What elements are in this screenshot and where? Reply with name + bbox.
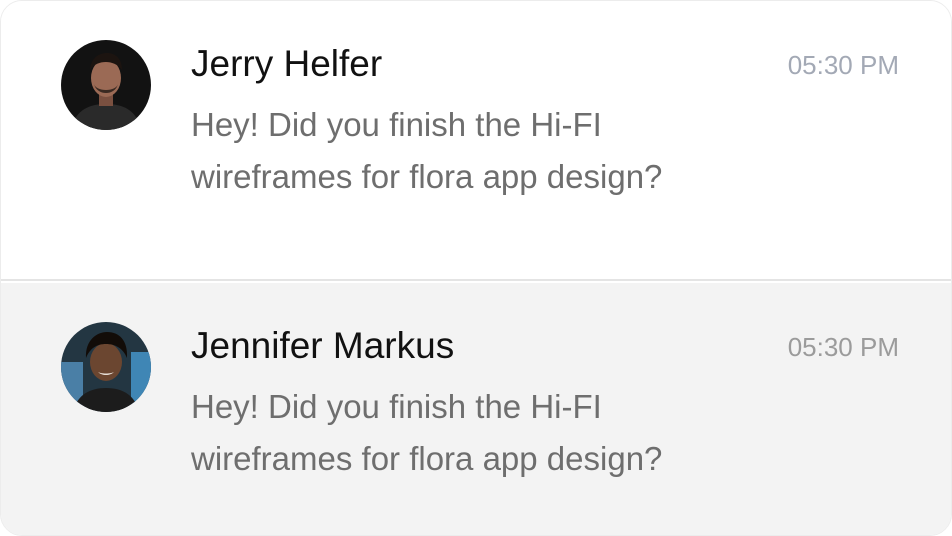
sender-name: Jerry Helfer — [191, 43, 383, 84]
avatar-photo — [61, 322, 151, 412]
message-time: 05:30 PM — [787, 50, 899, 80]
message-preview: Hey! Did you finish the Hi-FI wireframes… — [191, 381, 791, 485]
avatar — [61, 322, 151, 412]
message-item-jerry-helfer[interactable]: Jerry Helfer 05:30 PM Hey! Did you finis… — [1, 1, 951, 281]
message-list: Jerry Helfer 05:30 PM Hey! Did you finis… — [0, 0, 952, 536]
message-preview: Hey! Did you finish the Hi-FI wireframes… — [191, 99, 791, 203]
avatar-photo — [61, 40, 151, 130]
avatar — [61, 40, 151, 130]
message-preview-line: Hey! Did you finish the Hi-FI — [191, 388, 602, 425]
message-preview-line: Hey! Did you finish the Hi-FI — [191, 106, 602, 143]
message-preview-line: wireframes for flora app design? — [191, 440, 663, 477]
message-preview-line: wireframes for flora app design? — [191, 158, 663, 195]
sender-name: Jennifer Markus — [191, 325, 455, 366]
message-item-jennifer-markus[interactable]: Jennifer Markus 05:30 PM Hey! Did you fi… — [1, 283, 951, 535]
message-time: 05:30 PM — [787, 332, 899, 362]
